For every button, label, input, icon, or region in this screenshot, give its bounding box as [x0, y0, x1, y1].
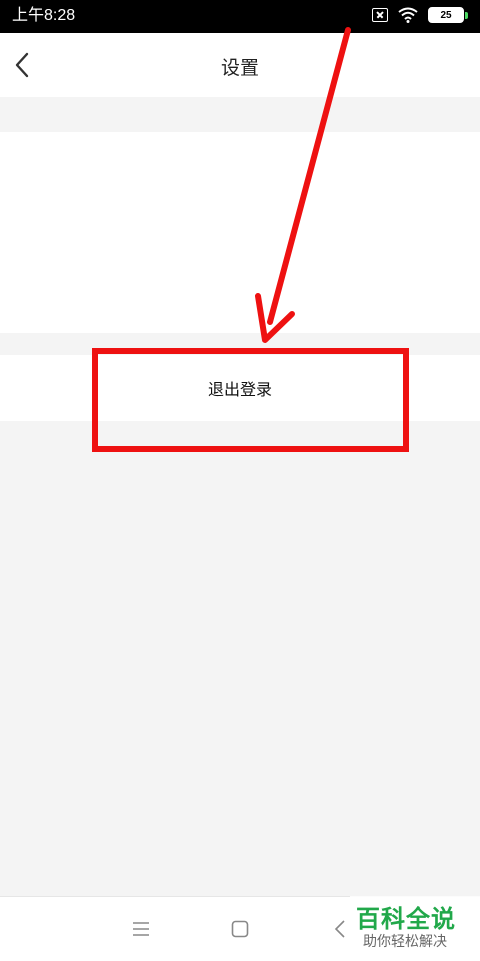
section-gap	[0, 97, 480, 132]
settings-list-section	[0, 132, 480, 333]
menu-icon	[133, 922, 149, 936]
battery-icon: 25	[428, 7, 464, 23]
battery-charge-indicator	[465, 11, 468, 19]
logout-button[interactable]: 退出登录	[0, 355, 480, 421]
logout-label: 退出登录	[207, 380, 272, 399]
watermark-subtitle: 助你轻松解决	[363, 934, 447, 950]
header: 设置	[0, 33, 480, 97]
watermark-logo: 百科全说 助你轻松解决	[350, 896, 480, 960]
sim-off-icon	[372, 8, 388, 22]
page-title: 设置	[220, 57, 259, 79]
wifi-icon	[398, 7, 418, 23]
status-icons: 25	[372, 7, 468, 23]
nav-home-button[interactable]	[226, 915, 254, 943]
status-time: 上午8:28	[12, 7, 76, 24]
nav-menu-button[interactable]	[127, 915, 155, 943]
battery-level: 25	[440, 9, 452, 21]
status-bar: 上午8:28 25	[0, 0, 480, 33]
home-icon	[231, 920, 249, 938]
watermark-title: 百科全说	[356, 905, 456, 933]
back-icon	[334, 920, 345, 938]
